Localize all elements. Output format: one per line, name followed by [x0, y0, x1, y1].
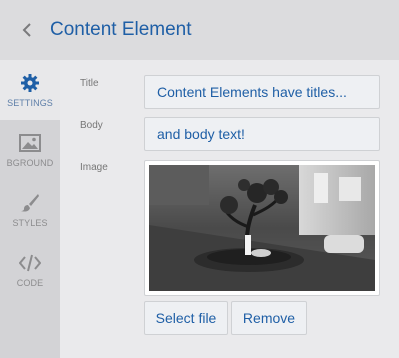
back-button[interactable]	[12, 15, 42, 45]
code-icon	[19, 252, 41, 274]
sidebar-item-label: CODE	[16, 278, 44, 288]
image-preview	[144, 160, 380, 296]
remove-button[interactable]: Remove	[231, 301, 307, 335]
image-thumbnail	[149, 165, 375, 291]
sidebar-item-settings[interactable]: SETTINGS	[0, 60, 60, 120]
image-icon	[19, 132, 41, 154]
title-label: Title	[80, 78, 99, 89]
title-field[interactable]: Content Elements have titles...	[144, 75, 380, 109]
sidebar-item-label: STYLES	[12, 218, 48, 228]
sidebar-item-label: BGROUND	[6, 158, 54, 168]
sidebar: SETTINGS BGROUND STYLES CODE	[0, 60, 60, 358]
chevron-left-icon	[22, 23, 31, 37]
sidebar-item-label: SETTINGS	[7, 98, 53, 108]
settings-panel: Title Content Elements have titles... Bo…	[60, 60, 399, 358]
brush-icon	[19, 192, 41, 214]
sidebar-item-code[interactable]: CODE	[0, 240, 60, 300]
sidebar-item-bground[interactable]: BGROUND	[0, 120, 60, 180]
body-label: Body	[80, 120, 103, 131]
body-field[interactable]: and body text!	[144, 117, 380, 151]
gear-icon	[19, 72, 41, 94]
page-title: Content Element	[50, 19, 192, 40]
select-file-button[interactable]: Select file	[144, 301, 228, 335]
sidebar-item-styles[interactable]: STYLES	[0, 180, 60, 240]
header-bar: Content Element	[0, 0, 399, 60]
image-label: Image	[80, 162, 108, 173]
